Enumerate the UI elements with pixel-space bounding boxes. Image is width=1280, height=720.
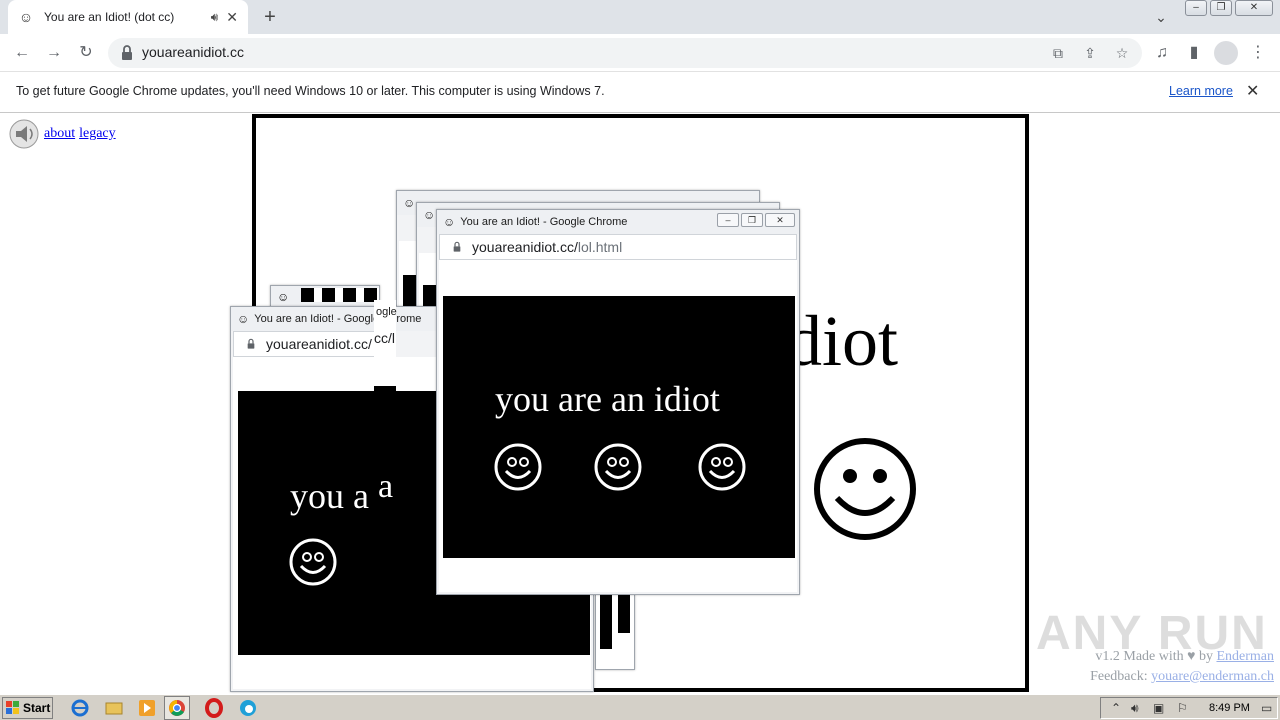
folder-icon[interactable] [104,698,124,718]
popup-window-controls: – ❐ ✕ [715,213,795,227]
black-frame-strip [301,288,379,302]
credit-prefix: v1.2 Made with [1095,649,1188,664]
about-link[interactable]: about [44,126,75,142]
you-are-an-idiot-text: diot [786,301,899,381]
internet-explorer-icon[interactable] [70,698,90,718]
media-player-icon[interactable] [137,698,157,718]
idiot-black-panel: you are an idiot [443,296,795,558]
popup-window-back-2[interactable] [595,590,635,670]
lock-icon [247,338,255,349]
screen: ☺ You are an Idiot! (dot cc) 🔊︎ ✕ + ⌄ – … [0,0,1280,720]
black-frame-strip [600,591,612,649]
close-tab-icon[interactable]: ✕ [226,9,238,26]
speaker-icon[interactable] [8,118,40,150]
credit-text: v1.2 Made with ♥ by Enderman Feedback: y… [1080,647,1274,687]
smiley-favicon-icon: ☺ [443,215,456,229]
popup-fragment-title: ogle [376,306,397,318]
popup-title: You are an Idiot! - Google Chrome [460,216,628,228]
window-controls: – ❐ ✕ [1182,0,1273,16]
credit-by: by [1195,649,1217,664]
bookmark-star-icon[interactable]: ☆ [1112,43,1132,63]
reload-icon[interactable]: ↻ [74,41,98,65]
popup-window-front[interactable]: ☺ You are an Idiot! - Google Chrome – ❐ … [436,209,800,595]
lock-icon [453,241,461,252]
smiley-icon [594,443,642,491]
browser-toolbar: ← → ↻ youareanidiot.cc ⧉ ⇪ ☆ ♫ ▮ ⋮ [0,34,1280,72]
chrome-taskbar-button[interactable] [164,696,190,720]
popup-body: you are an idiot [439,260,797,592]
popup-minimize-button[interactable]: – [717,213,739,227]
edge-icon[interactable] [238,698,258,718]
infobar-close-icon[interactable]: ✕ [1246,81,1259,101]
lock-icon [122,45,132,60]
tab-youareanidiot[interactable]: ☺ You are an Idiot! (dot cc) 🔊︎ ✕ [8,0,248,34]
popup-close-button[interactable]: ✕ [765,213,795,227]
popup-blocked-icon[interactable]: ⧉ [1048,43,1068,63]
system-tray: ⌃ 🔊︎ ▣ ⚐ 8:49 PM ▭ [1100,697,1278,719]
popup-fragment-url: cc/l [374,330,395,346]
media-control-icon[interactable]: ♫ [1150,41,1174,65]
audio-playing-icon[interactable]: 🔊︎ [211,10,219,25]
restore-button[interactable]: ❐ [1210,0,1232,16]
author-link[interactable]: Enderman [1216,649,1274,664]
tab-title: You are an Idiot! (dot cc) [44,10,175,24]
smiley-favicon-icon: ☺ [403,196,416,210]
popup-address-bar[interactable]: youareanidiot.cc/ [233,331,375,357]
address-url: youareanidiot.cc [142,44,244,60]
smiley-icon [698,443,746,491]
popup-address-bar[interactable]: youareanidiot.cc/lol.html [439,234,797,260]
forward-arrow-icon[interactable]: → [42,41,66,65]
black-frame-strip: a [374,386,396,520]
smiley-favicon-icon: ☺ [423,208,436,222]
learn-more-link[interactable]: Learn more [1169,84,1233,98]
smiley-icon [289,538,337,586]
update-infobar: To get future Google Chrome updates, you… [0,72,1280,113]
page-links: about legacy [8,118,116,150]
share-icon[interactable]: ⇪ [1080,43,1100,63]
popup-url: youareanidiot.cc/ [472,239,578,255]
action-center-flag-icon[interactable]: ⚐ [1177,701,1188,715]
tray-expand-icon[interactable]: ⌃ [1111,701,1121,715]
popup-url-path: lol.html [577,239,623,255]
feedback-email-link[interactable]: youare@enderman.ch [1151,669,1274,684]
smiley-icon [494,443,542,491]
opera-icon[interactable] [204,698,224,718]
smiley-favicon-icon: ☺ [237,312,250,326]
feedback-label: Feedback: [1090,669,1152,684]
you-are-an-idiot-text: you are an idiot [495,379,720,419]
volume-icon[interactable]: 🔊︎ [1131,701,1139,716]
network-icon[interactable]: ▣ [1153,701,1164,715]
infobar-message: To get future Google Chrome updates, you… [16,84,605,98]
legacy-link[interactable]: legacy [79,126,116,142]
minimize-button[interactable]: – [1185,0,1207,16]
side-panel-icon[interactable]: ▮ [1182,41,1206,65]
taskbar: Start ⌃ 🔊︎ ▣ ⚐ 8:49 PM ▭ [0,694,1280,720]
show-desktop-icon[interactable]: ▭ [1261,701,1272,715]
popup-fragment: ogle cc/l a [374,300,397,520]
windows-flag-icon [6,701,19,714]
tab-strip: ☺ You are an Idiot! (dot cc) 🔊︎ ✕ + ⌄ – … [0,0,1280,34]
chrome-icon [169,700,185,716]
you-are-an-idiot-text: a [378,468,394,505]
tab-search-chevron-icon[interactable]: ⌄ [1150,6,1172,28]
smiley-favicon-icon: ☺ [277,290,290,304]
close-window-button[interactable]: ✕ [1235,0,1273,16]
address-bar[interactable]: youareanidiot.cc ⧉ ⇪ ☆ [108,38,1142,68]
popup-url: youareanidiot.cc/ [266,336,372,352]
popup-restore-button[interactable]: ❐ [741,213,763,227]
back-arrow-icon[interactable]: ← [10,41,34,65]
you-are-an-idiot-text: you a [290,476,369,516]
black-frame-strip [618,591,630,633]
start-label: Start [23,701,51,715]
menu-kebab-icon[interactable]: ⋮ [1246,41,1270,65]
smiley-favicon-icon: ☺ [18,9,34,25]
big-smiley-icon [814,438,916,540]
clock-time[interactable]: 8:49 PM [1209,702,1250,714]
new-tab-button[interactable]: + [258,6,282,28]
profile-avatar-icon[interactable] [1214,41,1238,65]
start-button[interactable]: Start [2,697,53,719]
